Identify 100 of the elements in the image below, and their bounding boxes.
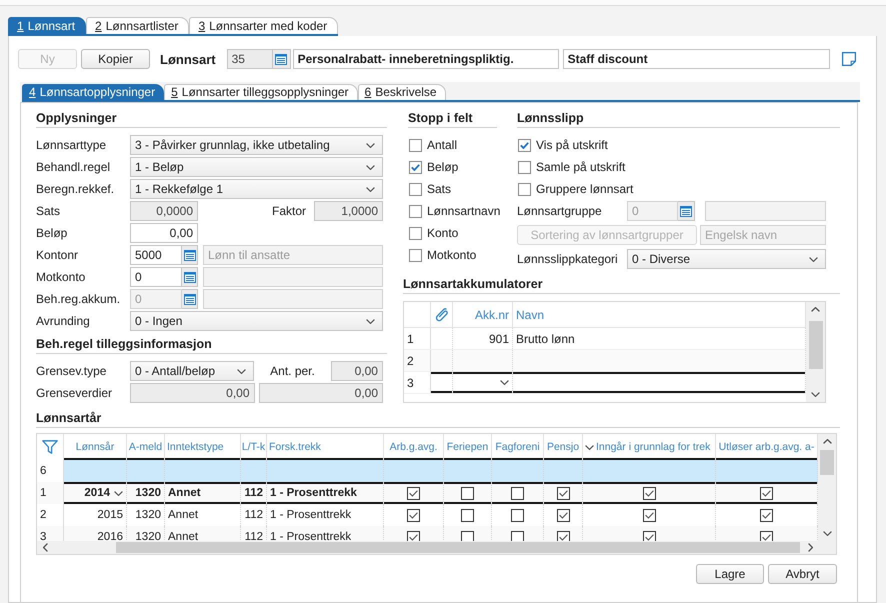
checkbox[interactable] bbox=[407, 530, 420, 541]
tab[interactable]: 1 Lønnsart bbox=[8, 17, 86, 34]
column-header[interactable]: Forsk.trekk bbox=[267, 434, 384, 460]
lookup-button[interactable] bbox=[182, 245, 198, 265]
checkbox[interactable] bbox=[760, 486, 773, 500]
text-field[interactable]: Staff discount bbox=[562, 49, 830, 69]
checkbox[interactable] bbox=[511, 508, 524, 522]
chevron-down-icon bbox=[366, 318, 375, 324]
tab[interactable]: 4 Lønnsartopplysninger bbox=[22, 84, 164, 100]
chevron-down-icon bbox=[366, 186, 375, 192]
checkbox[interactable] bbox=[642, 486, 656, 500]
list-icon bbox=[680, 206, 692, 216]
lookup-button[interactable] bbox=[272, 49, 291, 69]
checkbox[interactable] bbox=[511, 530, 524, 541]
vertical-scrollbar[interactable] bbox=[818, 434, 836, 541]
cell-dropdown[interactable] bbox=[453, 372, 513, 393]
dropdown[interactable]: 0 - Ingen bbox=[130, 311, 383, 331]
table-row[interactable]: 3 bbox=[404, 372, 806, 394]
checkbox[interactable] bbox=[556, 486, 570, 500]
checkbox[interactable] bbox=[511, 486, 524, 500]
checkbox[interactable] bbox=[642, 508, 656, 522]
vertical-scrollbar[interactable] bbox=[806, 302, 825, 402]
column-header[interactable]: Akk.nr bbox=[453, 302, 513, 327]
table-cell: 1320 bbox=[127, 482, 165, 504]
checkbox[interactable] bbox=[461, 530, 474, 541]
chevron-right-icon[interactable] bbox=[808, 543, 813, 552]
checkbox[interactable] bbox=[409, 204, 422, 218]
row-number: 1 bbox=[37, 482, 64, 504]
cell-dropdown[interactable]: 2014 bbox=[64, 482, 127, 504]
checkbox[interactable] bbox=[556, 508, 570, 522]
checkbox[interactable] bbox=[409, 182, 422, 196]
chevron-down-icon bbox=[500, 380, 509, 385]
text-field[interactable]: 5000 bbox=[130, 245, 182, 265]
number-field[interactable]: 0,00 bbox=[258, 383, 383, 403]
paperclip-icon[interactable] bbox=[436, 308, 448, 322]
checkbox-label: Lønnsartnavn bbox=[427, 204, 500, 218]
chevron-down-icon[interactable] bbox=[822, 531, 832, 536]
checkbox-label: Samle på utskrift bbox=[536, 160, 626, 174]
chevron-up-icon[interactable] bbox=[822, 439, 832, 444]
chevron-left-icon[interactable] bbox=[43, 543, 48, 552]
checkbox[interactable] bbox=[556, 530, 570, 541]
checkbox[interactable] bbox=[461, 486, 474, 500]
checkmark-icon bbox=[762, 534, 771, 540]
checkbox[interactable] bbox=[407, 486, 420, 500]
number-field[interactable]: 0,00 bbox=[130, 383, 254, 403]
checkbox[interactable] bbox=[409, 138, 422, 152]
checkbox[interactable] bbox=[518, 138, 531, 152]
checkbox[interactable] bbox=[407, 508, 420, 522]
button[interactable]: Lagre bbox=[696, 564, 764, 584]
number-field[interactable]: 1,0000 bbox=[314, 201, 383, 221]
dropdown[interactable]: 0 - Antall/beløp bbox=[130, 361, 254, 381]
field-label: Beregn.rekkef. bbox=[36, 182, 114, 196]
button[interactable]: Kopier bbox=[81, 49, 150, 69]
new-row[interactable]: 6 bbox=[37, 460, 818, 482]
field-label: Grenseverdier bbox=[36, 386, 112, 400]
checkbox[interactable] bbox=[760, 530, 773, 541]
number-field[interactable]: 0,00 bbox=[330, 361, 383, 381]
text-field[interactable]: 0 bbox=[130, 267, 182, 287]
horizontal-scrollbar[interactable] bbox=[37, 541, 836, 554]
button[interactable]: Avbryt bbox=[768, 564, 837, 584]
table-row[interactable]: 3 2016 1320 Annet 112 1 - Prosenttrekk bbox=[37, 526, 818, 541]
dropdown[interactable]: 1 - Beløp bbox=[130, 157, 383, 177]
note-icon[interactable] bbox=[842, 52, 856, 66]
scrollbar-thumb[interactable] bbox=[808, 321, 822, 369]
checkmark-icon bbox=[644, 490, 654, 496]
chevron-down-icon bbox=[114, 490, 123, 496]
tab[interactable]: 3 Lønnsarter med koder bbox=[189, 17, 338, 34]
text-field[interactable]: 35 bbox=[226, 49, 273, 69]
scrollbar-thumb[interactable] bbox=[116, 542, 800, 553]
checkbox[interactable] bbox=[409, 226, 422, 240]
lookup-button[interactable] bbox=[182, 267, 198, 287]
dropdown[interactable]: 3 - Påvirker grunnlag, ikke utbetaling bbox=[130, 135, 383, 155]
text-field[interactable]: Personalrabatt- inneberetningspliktig. bbox=[292, 49, 559, 69]
lookup-button[interactable] bbox=[182, 289, 198, 309]
field-label: Motkonto bbox=[36, 270, 86, 284]
table-row[interactable]: 1 2014 1320 Annet 112 1 - Prosenttrekk bbox=[37, 482, 818, 504]
dropdown[interactable]: 0 - Diverse bbox=[627, 249, 826, 269]
checkbox[interactable] bbox=[461, 508, 474, 522]
number-field[interactable]: 0,0000 bbox=[130, 201, 198, 221]
cell-editor[interactable] bbox=[513, 372, 806, 393]
number-field[interactable]: 0,00 bbox=[130, 223, 198, 243]
table-row[interactable]: 2 bbox=[404, 350, 806, 372]
checkbox[interactable] bbox=[409, 160, 422, 174]
tab[interactable]: 2 Lønnsartlister bbox=[86, 17, 190, 34]
checkmark-icon bbox=[644, 512, 654, 518]
checkbox[interactable] bbox=[518, 182, 531, 196]
checkbox[interactable] bbox=[409, 248, 422, 262]
column-header[interactable]: Inngår i grunnlag for trek bbox=[583, 434, 716, 460]
chevron-down-icon[interactable] bbox=[811, 392, 820, 397]
chevron-up-icon[interactable] bbox=[811, 307, 820, 312]
checkbox[interactable] bbox=[760, 508, 773, 522]
checkbox-label: Beløp bbox=[427, 160, 458, 174]
scrollbar-thumb[interactable] bbox=[820, 450, 834, 475]
tab[interactable]: 6 Beskrivelse bbox=[358, 84, 446, 100]
checkbox[interactable] bbox=[518, 160, 531, 174]
tab[interactable]: 5 Lønnsarter tilleggsopplysninger bbox=[164, 84, 358, 100]
checkbox[interactable] bbox=[642, 530, 656, 541]
filter-icon[interactable] bbox=[42, 440, 58, 454]
lookup-button[interactable] bbox=[678, 201, 695, 221]
dropdown[interactable]: 1 - Rekkefølge 1 bbox=[130, 179, 383, 199]
